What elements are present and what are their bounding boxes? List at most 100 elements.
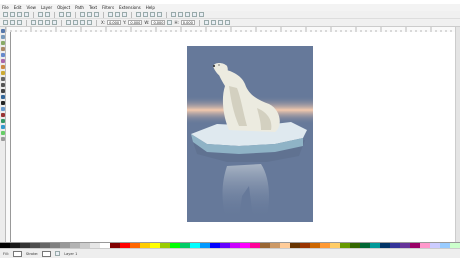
- select-all-icon[interactable]: [3, 20, 8, 25]
- spiral-tool-icon[interactable]: [0, 77, 5, 81]
- xml-editor-icon[interactable]: [185, 12, 190, 17]
- menu-edit[interactable]: Edit: [14, 4, 22, 11]
- width-field[interactable]: 0.000: [151, 20, 166, 25]
- clone-icon[interactable]: [143, 12, 148, 17]
- toolbar-separator: [96, 19, 97, 26]
- menu-path[interactable]: Path: [75, 4, 84, 11]
- new-document-icon[interactable]: [3, 12, 8, 17]
- stroke-indicator[interactable]: [42, 250, 52, 257]
- flip-vertical-icon[interactable]: [52, 20, 57, 25]
- eraser-tool-icon[interactable]: [0, 113, 5, 117]
- lower-to-bottom-icon[interactable]: [87, 20, 92, 25]
- toolbar-separator: [103, 11, 104, 18]
- ellipse-tool-icon[interactable]: [0, 65, 5, 69]
- save-icon[interactable]: [17, 12, 22, 17]
- stroke-label: Stroke:: [25, 251, 39, 256]
- toolbar-separator: [198, 19, 200, 26]
- export-icon[interactable]: [45, 12, 50, 17]
- rectangle-tool-icon[interactable]: [0, 53, 5, 57]
- text-font-icon[interactable]: [178, 12, 183, 17]
- h-label: H:: [174, 20, 179, 25]
- menu-extensions[interactable]: Extensions: [119, 4, 141, 11]
- spray-tool-icon[interactable]: [0, 107, 5, 111]
- dropper-tool-icon[interactable]: [0, 131, 5, 135]
- preferences-icon[interactable]: [199, 12, 204, 17]
- pen-tool-icon[interactable]: [0, 89, 5, 93]
- y-field[interactable]: 0.000: [128, 20, 143, 25]
- gradient-tool-icon[interactable]: [0, 125, 5, 129]
- print-icon[interactable]: [24, 12, 29, 17]
- star-tool-icon[interactable]: [0, 71, 5, 75]
- current-layer[interactable]: Layer 1: [64, 252, 77, 256]
- scale-corners-icon[interactable]: [210, 20, 216, 25]
- lock-icon[interactable]: [167, 20, 173, 25]
- open-icon[interactable]: [10, 12, 15, 17]
- deselect-icon[interactable]: [17, 20, 22, 25]
- drawing-canvas[interactable]: [11, 32, 456, 242]
- x-field[interactable]: 0.000: [107, 20, 122, 25]
- y-label: Y:: [123, 20, 127, 25]
- height-field[interactable]: 0.000: [180, 20, 195, 25]
- toolbar-separator: [61, 19, 62, 26]
- calligraphy-tool-icon[interactable]: [0, 95, 5, 99]
- status-bar: Fill: Stroke: Layer 1: [0, 248, 460, 258]
- zoom-drawing-icon[interactable]: [115, 12, 120, 17]
- fill-stroke-icon[interactable]: [171, 12, 176, 17]
- menu-filters[interactable]: Filters: [102, 4, 114, 11]
- tweak-tool-icon[interactable]: [0, 41, 5, 45]
- toolbar-separator: [166, 11, 167, 18]
- layer-visibility-icon[interactable]: [55, 251, 61, 256]
- selector-tool-icon[interactable]: [0, 29, 5, 33]
- rotate-ccw-icon[interactable]: [31, 20, 36, 25]
- menu-file[interactable]: File: [2, 4, 9, 11]
- redo-icon[interactable]: [66, 12, 71, 17]
- select-all-layers-icon[interactable]: [10, 20, 15, 25]
- vertical-scrollbar[interactable]: [455, 27, 460, 242]
- toolbar-separator: [33, 11, 34, 18]
- ungroup-icon[interactable]: [157, 12, 162, 17]
- align-icon[interactable]: [192, 12, 197, 17]
- zoom-page-icon[interactable]: [122, 12, 127, 17]
- fill-label: Fill:: [3, 251, 9, 256]
- 3d-box-tool-icon[interactable]: [0, 59, 5, 63]
- import-icon[interactable]: [38, 12, 43, 17]
- polar-bear-eye: [218, 64, 220, 66]
- zoom-tool-icon[interactable]: [0, 47, 5, 51]
- lower-icon[interactable]: [80, 20, 85, 25]
- connector-tool-icon[interactable]: [0, 137, 5, 141]
- w-label: W:: [144, 20, 150, 25]
- menu-help[interactable]: Help: [146, 4, 155, 11]
- copy-icon[interactable]: [80, 12, 85, 17]
- rotate-cw-icon[interactable]: [38, 20, 43, 25]
- menu-object[interactable]: Object: [57, 4, 70, 11]
- duplicate-icon[interactable]: [136, 12, 141, 17]
- scale-stroke-icon[interactable]: [203, 20, 209, 25]
- page-artwork[interactable]: [187, 46, 313, 222]
- menu-text[interactable]: Text: [89, 4, 97, 11]
- flip-horizontal-icon[interactable]: [45, 20, 50, 25]
- toolbar-separator: [131, 11, 132, 18]
- x-label: X:: [101, 20, 106, 25]
- toolbar-separator: [26, 19, 27, 26]
- zoom-selection-icon[interactable]: [108, 12, 113, 17]
- text-tool-icon[interactable]: [0, 101, 5, 105]
- bucket-tool-icon[interactable]: [0, 119, 5, 123]
- paste-icon[interactable]: [94, 12, 99, 17]
- transform-gradients-icon[interactable]: [217, 20, 223, 25]
- cut-icon[interactable]: [87, 12, 92, 17]
- menu-view[interactable]: View: [26, 4, 36, 11]
- raise-to-top-icon[interactable]: [66, 20, 71, 25]
- undo-icon[interactable]: [59, 12, 64, 17]
- tool-controls-bar: X: 0.000 Y: 0.000 W: 0.000 H: 0.000: [0, 19, 460, 27]
- raise-icon[interactable]: [73, 20, 78, 25]
- group-icon[interactable]: [150, 12, 155, 17]
- toolbar-separator: [54, 11, 55, 18]
- menu-layer[interactable]: Layer: [41, 4, 52, 11]
- node-tool-icon[interactable]: [0, 35, 5, 39]
- commands-toolbar: [0, 11, 460, 19]
- pencil-tool-icon[interactable]: [0, 83, 5, 87]
- fill-indicator[interactable]: [12, 250, 22, 257]
- transform-patterns-icon[interactable]: [224, 20, 230, 25]
- polar-bear-nose: [213, 65, 215, 67]
- toolbar-separator: [75, 11, 76, 18]
